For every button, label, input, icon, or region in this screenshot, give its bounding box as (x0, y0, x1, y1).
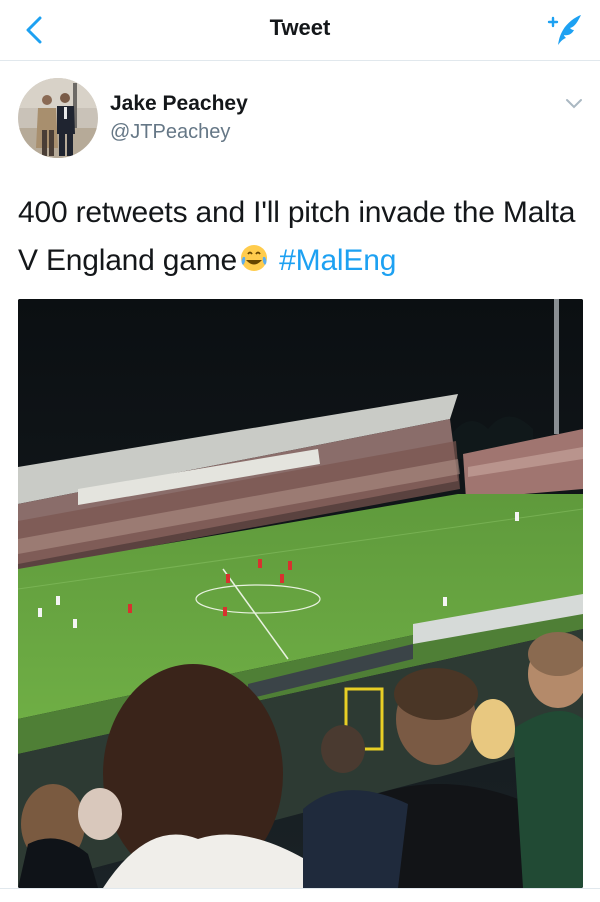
chevron-down-icon (566, 99, 582, 109)
top-navigation-bar: Tweet (0, 0, 600, 61)
hashtag-link[interactable]: #MalEng (279, 244, 396, 277)
avatar[interactable] (18, 78, 98, 158)
more-options-button[interactable] (562, 94, 586, 114)
tweet-detail: Jake Peachey @JTPeachey 400 retweets and… (0, 62, 600, 902)
page-title: Tweet (269, 15, 331, 40)
author-handle: @JTPeachey (110, 121, 231, 143)
compose-tweet-button[interactable] (544, 10, 586, 50)
author-display-name[interactable]: Jake Peachey (110, 92, 248, 116)
tweet-photo[interactable] (18, 299, 583, 888)
divider (0, 888, 600, 889)
avatar-photo (18, 78, 98, 158)
tweet-text: 400 retweets and I'll pitch invade the M… (18, 189, 578, 285)
stadium-photo (18, 299, 583, 888)
compose-tweet-icon (547, 15, 581, 45)
face-with-tears-of-joy-icon (241, 245, 268, 271)
